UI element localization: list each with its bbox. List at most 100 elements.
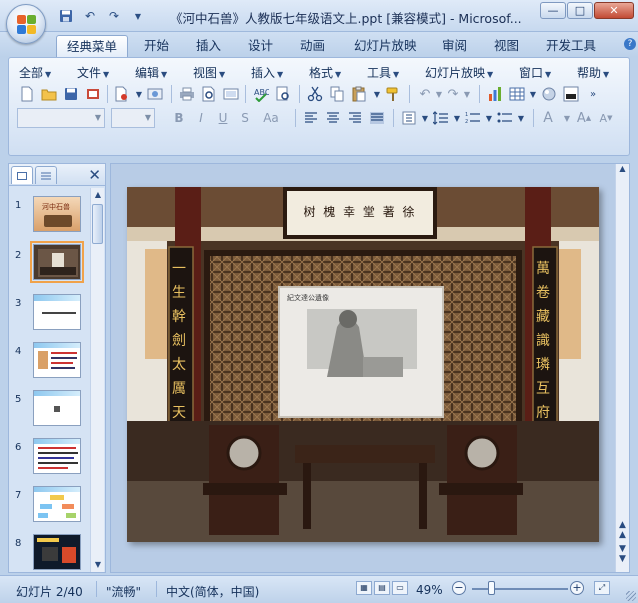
slide-thumbnail-8[interactable] bbox=[33, 534, 81, 570]
scroll-up-icon[interactable]: ▲ bbox=[91, 188, 105, 202]
menu-file[interactable]: 文件 ▼ bbox=[77, 64, 109, 81]
tab-home[interactable]: 开始 bbox=[134, 35, 179, 57]
scroll-up-icon[interactable]: ▲ bbox=[616, 164, 629, 173]
slide-editor[interactable]: 树 槐 幸 堂 著 徐 一生幹劍太厲天 萬卷藏識璘互府 紀文達公遺像 ▲ ▲ ▲ … bbox=[110, 163, 630, 573]
menu-tools[interactable]: 工具 ▼ bbox=[367, 64, 399, 81]
tab-insert[interactable]: 插入 bbox=[186, 35, 231, 57]
tab-design[interactable]: 设计 bbox=[238, 35, 283, 57]
scroll-thumb[interactable] bbox=[92, 204, 103, 244]
new-document-icon[interactable] bbox=[17, 84, 37, 104]
open-folder-icon[interactable] bbox=[39, 84, 59, 104]
formatting-toolbar: ▼ ▼ B I U S Aa ▼ ▼ 12 ▼ ▼ A ▼ A ▲ A ▼ bbox=[15, 108, 625, 130]
customize-qat-button[interactable]: ▼ bbox=[128, 7, 148, 25]
slide-sorter-icon[interactable]: ▤ bbox=[374, 581, 390, 595]
slide-editor-scrollbar[interactable]: ▲ ▲ ▲ ▼ ▼ bbox=[615, 164, 629, 572]
justify-icon[interactable] bbox=[367, 108, 387, 128]
undo-button[interactable]: ↶ bbox=[80, 7, 100, 25]
menu-view[interactable]: 视图 ▼ bbox=[193, 64, 225, 81]
menu-slideshow[interactable]: 幻灯片放映 ▼ bbox=[425, 64, 493, 81]
tab-slideshow[interactable]: 幻灯片放映 bbox=[344, 35, 427, 57]
export-pdf-icon[interactable] bbox=[111, 84, 131, 104]
close-pane-button[interactable]: ✕ bbox=[88, 166, 101, 184]
zoom-level-text[interactable]: 49% bbox=[416, 583, 443, 597]
save-icon[interactable] bbox=[61, 84, 81, 104]
align-center-icon[interactable] bbox=[323, 108, 343, 128]
zoom-slider-thumb[interactable] bbox=[488, 581, 495, 595]
research-icon[interactable] bbox=[273, 84, 293, 104]
slide-thumbnail-2[interactable] bbox=[30, 241, 84, 283]
attach-icon[interactable] bbox=[145, 84, 165, 104]
copy-icon[interactable] bbox=[327, 84, 347, 104]
menu-help[interactable]: 帮助 ▼ bbox=[577, 64, 609, 81]
menu-all[interactable]: 全部 ▼ bbox=[19, 64, 51, 81]
paste-icon[interactable] bbox=[349, 84, 369, 104]
font-color-dropdown-icon[interactable]: ▼ bbox=[557, 108, 577, 128]
menu-window[interactable]: 窗口 ▼ bbox=[519, 64, 551, 81]
permission-icon[interactable] bbox=[83, 84, 103, 104]
menu-edit[interactable]: 编辑 ▼ bbox=[135, 64, 167, 81]
shadow-button[interactable]: S bbox=[237, 108, 253, 128]
normal-view-icon[interactable]: ▦ bbox=[356, 581, 372, 595]
maximize-button[interactable]: □ bbox=[567, 2, 593, 19]
tab-animation[interactable]: 动画 bbox=[290, 35, 335, 57]
tab-review[interactable]: 审阅 bbox=[432, 35, 477, 57]
redo-dropdown-icon[interactable]: ▼ bbox=[457, 84, 477, 104]
cut-icon[interactable] bbox=[305, 84, 325, 104]
fit-to-window-icon[interactable]: ⤢ bbox=[594, 581, 610, 595]
insert-clipart-icon[interactable] bbox=[539, 84, 559, 104]
minimize-button[interactable]: — bbox=[540, 2, 566, 19]
align-left-icon[interactable] bbox=[301, 108, 321, 128]
previous-slide-icon[interactable]: ▲ ▲ bbox=[616, 520, 629, 540]
outline-tab-icon[interactable] bbox=[35, 166, 57, 184]
redo-button[interactable]: ↷ bbox=[104, 7, 124, 25]
change-case-button[interactable]: Aa bbox=[259, 108, 283, 128]
shrink-font-icon[interactable]: A ▼ bbox=[597, 108, 615, 128]
slide-number: 7 bbox=[15, 490, 22, 501]
toolbar-options-icon[interactable]: » bbox=[583, 84, 603, 104]
menu-format[interactable]: 格式 ▼ bbox=[309, 64, 341, 81]
zoom-slider-track[interactable] bbox=[472, 588, 568, 590]
font-color-icon[interactable]: A bbox=[539, 108, 557, 128]
slideshow-view-icon[interactable]: ▭ bbox=[392, 581, 408, 595]
save-icon[interactable] bbox=[56, 7, 76, 25]
tab-classic-menu[interactable]: 经典菜单 bbox=[56, 35, 129, 57]
italic-button[interactable]: I bbox=[193, 108, 209, 128]
tab-developer[interactable]: 开发工具 bbox=[536, 35, 606, 57]
slide-thumbnail-6[interactable] bbox=[33, 438, 81, 474]
slide-number: 8 bbox=[15, 538, 22, 549]
resize-grip-icon[interactable] bbox=[626, 591, 636, 601]
scroll-down-icon[interactable]: ▼ bbox=[91, 558, 105, 572]
close-button[interactable]: ✕ bbox=[594, 2, 634, 19]
insert-chart-icon[interactable] bbox=[485, 84, 505, 104]
grow-font-icon[interactable]: A ▲ bbox=[575, 108, 593, 128]
font-name-combo[interactable]: ▼ bbox=[17, 108, 105, 128]
format-painter-icon[interactable] bbox=[383, 84, 403, 104]
language-text[interactable]: 中文(简体，中国) bbox=[166, 583, 259, 600]
slide-thumbnail-7[interactable] bbox=[33, 486, 81, 522]
print-preview-icon[interactable] bbox=[199, 84, 219, 104]
spelling-icon[interactable]: ABC bbox=[251, 84, 271, 104]
slide-number: 3 bbox=[15, 298, 22, 309]
slide-thumbnail-5[interactable] bbox=[33, 390, 81, 426]
zoom-out-button[interactable]: − bbox=[452, 581, 466, 595]
office-button[interactable] bbox=[6, 4, 46, 44]
color-grayscale-icon[interactable] bbox=[561, 84, 581, 104]
font-size-combo[interactable]: ▼ bbox=[111, 108, 155, 128]
slide-thumbnail-1[interactable]: 河中石兽 bbox=[33, 196, 81, 232]
help-icon[interactable]: ? bbox=[624, 38, 636, 50]
align-right-icon[interactable] bbox=[345, 108, 365, 128]
next-slide-icon[interactable]: ▼ ▼ bbox=[616, 544, 629, 564]
slides-pane-scrollbar[interactable]: ▲ ▼ bbox=[90, 188, 104, 572]
slide-thumbnail-3[interactable] bbox=[33, 294, 81, 330]
tab-view[interactable]: 视图 bbox=[484, 35, 529, 57]
menu-insert[interactable]: 插入 ▼ bbox=[251, 64, 283, 81]
bullets-dropdown-icon[interactable]: ▼ bbox=[511, 108, 531, 128]
slides-tab-icon[interactable] bbox=[11, 166, 33, 184]
zoom-in-button[interactable]: + bbox=[570, 581, 584, 595]
slide-thumbnail-4[interactable] bbox=[33, 342, 81, 378]
slide-view-icon[interactable] bbox=[221, 84, 241, 104]
underline-button[interactable]: U bbox=[215, 108, 231, 128]
current-slide[interactable]: 树 槐 幸 堂 著 徐 一生幹劍太厲天 萬卷藏識璘互府 紀文達公遺像 bbox=[127, 187, 599, 542]
bold-button[interactable]: B bbox=[171, 108, 187, 128]
print-icon[interactable] bbox=[177, 84, 197, 104]
